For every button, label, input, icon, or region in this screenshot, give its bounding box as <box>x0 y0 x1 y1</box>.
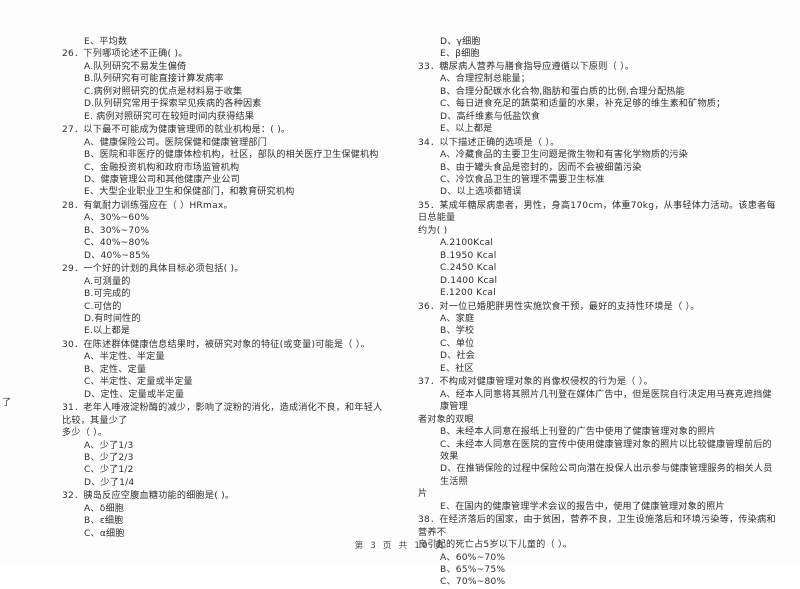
question-29-option-e[interactable]: E.以上都是 <box>62 325 388 337</box>
exam-page: E、平均数 26．下列哪项论述不正确( )。 A.队列研究不易发生偏倚 B.队列… <box>0 0 800 587</box>
orphan-option-d[interactable]: D、γ细胞 <box>418 36 778 48</box>
question-28-stem: 28．有氧耐力训练强应在（ ）HRmax。 <box>62 200 233 211</box>
question-27: 27．以下最不可能成为健康管理师的就业机构是：( )。 A、健康保险公司。医院保… <box>62 124 388 199</box>
question-34-stem: 34．以下描述正确的选项是（ ）。 <box>418 137 560 148</box>
question-30: 30．在陈述群体健康信息结果时，被研究对象的特征(或变量)可能是（ ）。 A、半… <box>62 339 388 401</box>
question-34-option-c[interactable]: C、冷饮食品卫生的管理不需要卫生标准 <box>418 174 778 186</box>
question-28-option-a[interactable]: A、30%~60% <box>62 212 388 224</box>
question-29-option-c[interactable]: C.可信的 <box>62 301 388 313</box>
question-36-option-b[interactable]: B、学校 <box>418 325 778 337</box>
question-35-option-e[interactable]: E.1200 Kcal <box>418 287 778 299</box>
two-column-body: E、平均数 26．下列哪项论述不正确( )。 A.队列研究不易发生偏倚 B.队列… <box>0 0 800 587</box>
question-33-option-e[interactable]: E、以上都是 <box>418 123 778 135</box>
question-27-option-e[interactable]: E、大型企业职业卫生和保健部门，和教育研究机构 <box>62 186 388 198</box>
question-36-option-e[interactable]: E、社区 <box>418 363 778 375</box>
question-37-stem: 37．不构成对健康管理对象的肖像权侵权的行为是（ ）。 <box>418 377 653 388</box>
question-32-option-a[interactable]: A、δ细胞 <box>62 503 388 515</box>
question-30-stem: 30．在陈述群体健康信息结果时，被研究对象的特征(或变量)可能是（ ）。 <box>62 339 370 350</box>
question-36-option-c[interactable]: C、单位 <box>418 338 778 350</box>
margin-scan-fragment: 了 <box>2 398 12 408</box>
question-31-option-a[interactable]: A、少了1/3 <box>62 440 388 452</box>
question-33-option-d[interactable]: D、高纤维素与低盐饮食 <box>418 111 778 123</box>
question-33: 33．糖尿病人营养与膳食指导应遵循以下原则（ ）。 A、合理控制总能量； B、合… <box>418 61 778 136</box>
question-36-option-d[interactable]: D、社会 <box>418 350 778 362</box>
question-32-stem: 32．胰岛反应空腹血糖功能的细胞是( )。 <box>62 491 235 502</box>
question-26-option-b[interactable]: B.队列研究有可能直接计算发病率 <box>62 73 388 85</box>
question-38-option-c[interactable]: C、70%~80% <box>418 576 778 588</box>
question-27-option-d[interactable]: D、健康管理公司和其他健康产业公司 <box>62 174 388 186</box>
question-38-option-a[interactable]: A、60%~70% <box>418 552 778 564</box>
question-26: 26．下列哪项论述不正确( )。 A.队列研究不易发生偏倚 B.队列研究有可能直… <box>62 48 388 123</box>
question-38-stem: 38．在经济落后的国家，由于贫困，营养不良，卫生设施落后和环境污染等，传染病和营… <box>418 515 776 538</box>
question-33-stem: 33．糖尿病人营养与膳食指导应遵循以下原则（ ）。 <box>418 61 635 72</box>
question-36-stem: 36．对一位已婚肥胖男性实施饮食干预，最好的支持性环境是（ ）。 <box>418 301 700 312</box>
question-36-option-a[interactable]: A、家庭 <box>418 313 778 325</box>
question-31-stem: 31．老年人唾液淀粉酶的减少，影响了淀粉的消化，造成消化不良，和年轻人比较，其量… <box>62 403 383 426</box>
question-33-option-c[interactable]: C、每日进食充足的蔬菜和适量的水果，补充足够的维生素和矿物质； <box>418 98 778 110</box>
question-31-stem-continuation: 多少（ ）。 <box>62 428 108 439</box>
question-35-option-b[interactable]: B.1950 Kcal <box>418 250 778 262</box>
question-37-option-e[interactable]: E、在国内的健康管理学术会议的报告中，使用了健康管理对象的照片 <box>418 501 778 513</box>
orphan-option: E、平均数 <box>84 37 128 47</box>
question-35-option-d[interactable]: D.1400 Kcal <box>418 275 778 287</box>
question-34-option-a[interactable]: A、冷藏食品的主要卫生问题是微生物和有害化学物质的污染 <box>418 149 778 161</box>
question-28-option-c[interactable]: C、40%~80% <box>62 237 388 249</box>
question-29-option-a[interactable]: A.可测量的 <box>62 276 388 288</box>
question-31: 31．老年人唾液淀粉酶的减少，影响了淀粉的消化，造成消化不良，和年轻人比较，其量… <box>62 402 388 489</box>
question-34-option-d[interactable]: D、以上选项都错误 <box>418 186 778 198</box>
question-27-option-b[interactable]: B、医院和非医疗的健康体检机构，社区，部队的相关医疗卫生保健机构 <box>62 149 388 161</box>
question-26-option-a[interactable]: A.队列研究不易发生偏倚 <box>62 61 388 73</box>
question-29-option-b[interactable]: B.可完成的 <box>62 288 388 300</box>
question-27-option-a[interactable]: A、健康保险公司。医院保健和健康管理部门 <box>62 137 388 149</box>
question-32-option-b[interactable]: B、ε细胞 <box>62 515 388 527</box>
question-29: 29．一个好的计划的具体目标必须包括( )。 A.可测量的 B.可完成的 C.可… <box>62 263 388 338</box>
question-34-option-b[interactable]: B、由于罐头食品是密封的，因而不会被细菌污染 <box>418 162 778 174</box>
question-29-option-d[interactable]: D.有时间性的 <box>62 313 388 325</box>
question-31-option-d[interactable]: D、少了1/4 <box>62 477 388 489</box>
left-column: E、平均数 26．下列哪项论述不正确( )。 A.队列研究不易发生偏倚 B.队列… <box>0 0 400 539</box>
question-30-option-b[interactable]: B、定性、定量 <box>62 364 388 376</box>
question-30-option-d[interactable]: D、定性、定量或半定量 <box>62 389 388 401</box>
question-37-option-d-continuation: 片 <box>418 489 428 500</box>
question-35-stem: 35．某成年糖尿病患者，男性，身高170cm，体重70kg，从事轻体力活动。该患… <box>418 200 776 224</box>
question-31-option-c[interactable]: C、少了1/2 <box>62 464 388 476</box>
question-38: 38．在经济落后的国家，由于贫困，营养不良，卫生设施落后和环境污染等，传染病和营… <box>418 514 778 589</box>
question-37-option-b[interactable]: B、未经本人同意在报纸上刊登的广告中使用了健康管理对象的照片 <box>418 426 778 438</box>
question-26-stem: 26．下列哪项论述不正确( )。 <box>62 49 188 60</box>
question-37-option-a[interactable]: A、经本人同意将其照片几刊登在媒体广告中，但是医院自行决定用马赛克遮挡健康管理 <box>418 389 778 414</box>
question-37-option-d[interactable]: D、在推销保险的过程中保险公司向潜在投保人出示参与健康管理服务的相关人员生活照 <box>418 463 778 488</box>
question-32: 32．胰岛反应空腹血糖功能的细胞是( )。 A、δ细胞 B、ε细胞 C、α细胞 <box>62 490 388 540</box>
question-33-option-b[interactable]: B、合理分配碳水化合物,脂肪和蛋白质的比例,合理分配热能 <box>418 86 778 98</box>
question-30-option-c[interactable]: C、半定性、定量或半定量 <box>62 376 388 388</box>
question-26-option-c[interactable]: C.病例对照研究的优点是材料易于收集 <box>62 86 388 98</box>
question-36: 36．对一位已婚肥胖男性实施饮食干预，最好的支持性环境是（ ）。 A、家庭 B、… <box>418 301 778 376</box>
question-26-option-d[interactable]: D.队列研究常用于探索罕见疾病的各种因素 <box>62 98 388 110</box>
question-27-stem: 27．以下最不可能成为健康管理师的就业机构是：( )。 <box>62 125 291 136</box>
orphan-option-e[interactable]: E、β细胞 <box>418 48 778 60</box>
question-30-option-a[interactable]: A、半定性、半定量 <box>62 351 388 363</box>
right-column: D、γ细胞 E、β细胞 33．糖尿病人营养与膳食指导应遵循以下原则（ ）。 A、… <box>400 0 800 587</box>
page-footer: 第 3 页 共 10 页 <box>354 541 446 551</box>
question-28-option-b[interactable]: B、30%~70% <box>62 225 388 237</box>
question-38-option-b[interactable]: B、65%~75% <box>418 564 778 576</box>
question-26-option-e[interactable]: E. 病例对照研究可在较短时间内获得结果 <box>62 111 388 123</box>
question-35-stem-continuation: 约为( ) <box>418 225 448 236</box>
question-27-option-c[interactable]: C、金融投资机构和政府市场监管机构 <box>62 162 388 174</box>
question-37-option-c[interactable]: C、未经本人同意在医院的宣传中使用健康管理对象的照片以比较健康管理前后的效果 <box>418 439 778 464</box>
question-34: 34．以下描述正确的选项是（ ）。 A、冷藏食品的主要卫生问题是微生物和有害化学… <box>418 137 778 199</box>
question-35-option-a[interactable]: A.2100Kcal <box>418 237 778 249</box>
question-31-option-b[interactable]: B、少了2/3 <box>62 452 388 464</box>
question-37-option-a-continuation: 者对象的双眼 <box>418 414 474 425</box>
question-37: 37．不构成对健康管理对象的肖像权侵权的行为是（ ）。 A、经本人同意将其照片几… <box>418 376 778 513</box>
question-35: 35．某成年糖尿病患者，男性，身高170cm，体重70kg，从事轻体力活动。该患… <box>418 200 778 300</box>
question-35-option-c[interactable]: C.2450 Kcal <box>418 262 778 274</box>
question-33-option-a[interactable]: A、合理控制总能量； <box>418 73 778 85</box>
question-29-stem: 29．一个好的计划的具体目标必须包括( )。 <box>62 264 244 275</box>
question-28-option-d[interactable]: D、40%~85% <box>62 250 388 262</box>
question-28: 28．有氧耐力训练强应在（ ）HRmax。 A、30%~60% B、30%~70… <box>62 200 388 262</box>
